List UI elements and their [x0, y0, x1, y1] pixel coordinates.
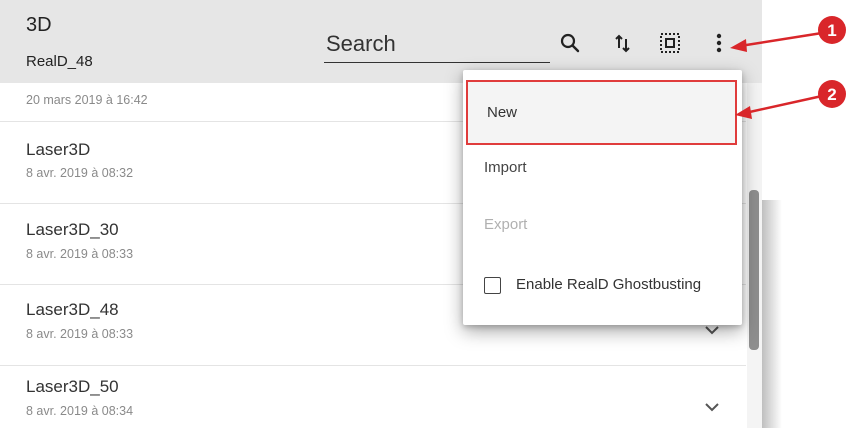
search-input[interactable] [324, 26, 550, 63]
panel-shadow [762, 200, 782, 428]
chevron-down-icon[interactable] [704, 402, 720, 412]
menu-item-export: Export [463, 202, 742, 252]
item-name: Laser3D [26, 140, 91, 159]
item-name: Laser3D_30 [26, 220, 119, 239]
item-name: Laser3D_48 [26, 300, 119, 319]
scrollbar-thumb[interactable] [749, 190, 759, 350]
item-date: 8 avr. 2019 à 08:33 [26, 327, 134, 341]
menu-item-import-label: Import [484, 159, 527, 176]
ghostbusting-checkbox[interactable] [484, 277, 501, 294]
item-date: 8 avr. 2019 à 08:34 [26, 404, 134, 418]
item-date: 20 mars 2019 à 16:42 [26, 93, 148, 107]
item-date: 8 avr. 2019 à 08:32 [26, 166, 134, 180]
item-date: 8 avr. 2019 à 08:33 [26, 247, 134, 261]
menu-item-import[interactable]: Import [463, 150, 742, 200]
menu-item-export-label: Export [484, 216, 528, 233]
menu-item-ghostbusting[interactable]: Enable RealD Ghostbusting [463, 265, 742, 305]
page-subtitle: RealD_48 [26, 53, 93, 70]
menu-item-ghostbusting-label: Enable RealD Ghostbusting [516, 276, 702, 293]
more-vert-icon[interactable] [707, 31, 731, 55]
overflow-menu: New Import Export Enable RealD Ghostbust… [463, 70, 742, 325]
page-title: 3D [26, 14, 52, 36]
sort-icon[interactable] [611, 31, 635, 55]
menu-item-new-label: New [487, 104, 518, 121]
item-name: Laser3D_50 [26, 377, 119, 396]
menu-item-new[interactable]: New [466, 80, 737, 145]
chevron-down-icon[interactable] [704, 325, 720, 335]
select-all-icon[interactable] [658, 31, 682, 55]
list-item[interactable]: Laser3D_50 8 avr. 2019 à 08:34 [0, 366, 746, 428]
search-icon[interactable] [558, 31, 582, 55]
